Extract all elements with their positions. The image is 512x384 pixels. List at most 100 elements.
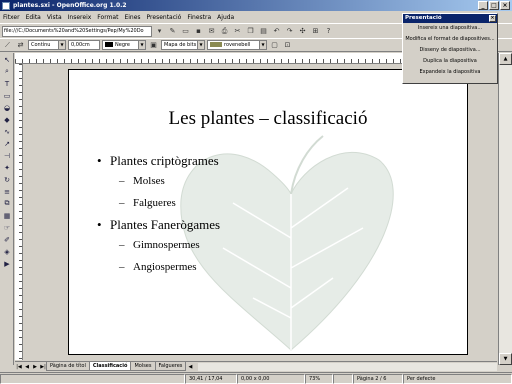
stylist-icon[interactable]: ⊞ [310,26,321,37]
redo-icon[interactable]: ↷ [284,26,295,37]
fill-name-select[interactable]: rovenebell ▼ [207,40,267,50]
fill-type-select[interactable]: Mapa de bits ▼ [161,40,205,50]
tab-scroll-icon[interactable]: ◀ [186,363,194,371]
status-position: 30,41 / 17,04 [185,373,237,384]
app-icon [2,1,10,10]
minimize-button[interactable]: _ [478,1,488,10]
line-width-field[interactable]: 0,00cm [68,40,100,50]
rectangle-icon[interactable]: ▭ [1,90,13,101]
menu-eines[interactable]: Eines [121,13,143,22]
status-zoom[interactable]: 73% [305,373,333,384]
ellipse-icon[interactable]: ◒ [1,102,13,113]
menu-fitxer[interactable]: Fitxer [0,13,23,22]
text-icon[interactable]: T [1,78,13,89]
expand-slide-item[interactable]: Expandeix la diapositiva [403,67,497,78]
maximize-button[interactable]: □ [489,1,499,10]
navigator-icon[interactable]: ✣ [297,26,308,37]
area-icon[interactable]: ▣ [148,40,159,51]
menu-edita[interactable]: Edita [23,13,44,22]
horizontal-scrollbar[interactable] [198,362,497,371]
eyedropper-icon[interactable]: ✐ [1,234,13,245]
menu-finestra[interactable]: Finestra [184,13,214,22]
bullet-level1: Plantes Fanerògames [97,216,220,234]
slide-canvas[interactable]: Les plantes – classificació Plantes crip… [68,69,468,355]
bullet-level2: Gimnospermes [97,234,220,256]
insert-slide-item[interactable]: Insereix una diapositiva... [403,23,497,34]
first-slide-icon[interactable]: |◀ [15,363,23,371]
help-icon[interactable]: ? [323,26,334,37]
copy-icon[interactable]: ❐ [245,26,256,37]
save-icon[interactable]: ▪ [193,26,204,37]
open-icon[interactable]: ▭ [180,26,191,37]
zoom-icon[interactable]: ⌕ [1,66,13,77]
email-icon[interactable]: ✉ [206,26,217,37]
arrange-icon[interactable]: ⧉ [1,198,13,209]
status-size: 0,00 x 0,00 [237,373,305,384]
menu-vista[interactable]: Vista [44,13,65,22]
tab-classificacio[interactable]: Classificació [88,362,132,371]
curve-icon[interactable]: ∿ [1,126,13,137]
scroll-down-group: ▼ [499,353,512,365]
menu-bar: Fitxer Edita Vista Insereix Format Eines… [0,12,400,23]
scroll-up-icon[interactable]: ▲ [499,53,512,65]
next-slide-icon[interactable]: ▶ [31,363,39,371]
main-toolbar: ↖ ⌕ T ▭ ◒ ◆ ∿ ↗ ⊣ ✦ ↻ ≡ ⧉ ▦ ☞ ✐ ◈ ▶ [0,53,14,365]
panel-title-bar[interactable]: Presentació × [403,14,497,23]
line-style-select[interactable]: Contínu ▼ [28,40,66,50]
slide-design-item[interactable]: Disseny de diapositiva... [403,45,497,56]
vertical-scrollbar[interactable]: ▲ ▼ [498,53,512,365]
url-field[interactable]: file:///C:/Documents%20and%20Settings/Pe… [2,25,152,37]
color-swatch [105,42,113,47]
paste-icon[interactable]: ▤ [258,26,269,37]
line-color-select[interactable]: Negre ▼ [102,40,146,50]
tab-molses[interactable]: Molses [130,362,156,371]
arrow-style-icon[interactable]: ⇄ [15,40,26,51]
cut-icon[interactable]: ✂ [232,26,243,37]
insert-icon[interactable]: ▦ [1,210,13,221]
undo-icon[interactable]: ↶ [271,26,282,37]
alignment-icon[interactable]: ≡ [1,186,13,197]
connector-icon[interactable]: ⊣ [1,150,13,161]
chevron-down-icon: ▼ [197,41,204,49]
fill-type-value: Mapa de bits [164,42,197,48]
menu-format[interactable]: Format [94,13,121,22]
duplicate-slide-item[interactable]: Duplica la diapositiva [403,56,497,67]
chevron-down-icon: ▼ [259,41,266,49]
menu-insereix[interactable]: Insereix [65,13,95,22]
title-bar: plantes.sxi - OpenOffice.org 1.0.2 _ □ × [0,0,512,11]
window-title: plantes.sxi - OpenOffice.org 1.0.2 [13,2,127,9]
dropdown-arrow-icon[interactable]: ▾ [154,26,165,37]
panel-close-icon[interactable]: × [489,15,496,22]
3d-controller-icon[interactable]: ◈ [1,246,13,257]
tab-falgueres[interactable]: Falgueres [154,362,187,371]
line-color-value: Negre [115,42,131,48]
slide-tabs-bar: |◀ ◀ ▶ ▶| Pàgina de títol Classificació … [15,361,497,371]
3d-object-icon[interactable]: ◆ [1,114,13,125]
prev-slide-icon[interactable]: ◀ [23,363,31,371]
workspace: Les plantes – classificació Plantes crip… [24,64,498,360]
close-button[interactable]: × [500,1,510,10]
menu-ajuda[interactable]: Ajuda [214,13,237,22]
interaction-icon[interactable]: ☞ [1,222,13,233]
scroll-down-icon[interactable]: ▼ [499,353,512,365]
vertical-ruler[interactable] [15,64,23,360]
slide-show-icon[interactable]: ▶ [1,258,13,269]
rotate-icon[interactable]: ↻ [1,174,13,185]
lines-arrows-icon[interactable]: ↗ [1,138,13,149]
shadow-icon[interactable]: ▢ [269,40,280,51]
ruler-ticks [19,64,22,360]
position-icon[interactable]: ⊡ [282,40,293,51]
line-icon[interactable]: ⟋ [2,40,13,51]
menu-presentacio[interactable]: Presentació [144,13,185,22]
select-icon[interactable]: ↖ [1,54,13,65]
bullet-list[interactable]: Plantes criptògrames Molses Falgueres Pl… [97,150,220,278]
fill-name-value: rovenebell [224,42,251,48]
bitmap-swatch [210,42,222,47]
bullet-level2: Angiospermes [97,256,220,278]
print-icon[interactable]: ⎙ [219,26,230,37]
tab-pagina-de-titol[interactable]: Pàgina de títol [46,362,90,371]
slide-title[interactable]: Les plantes – classificació [69,108,467,130]
effects-icon[interactable]: ✦ [1,162,13,173]
modify-layout-item[interactable]: Modifica el format de diapositives... [403,34,497,45]
edit-file-icon[interactable]: ✎ [167,26,178,37]
